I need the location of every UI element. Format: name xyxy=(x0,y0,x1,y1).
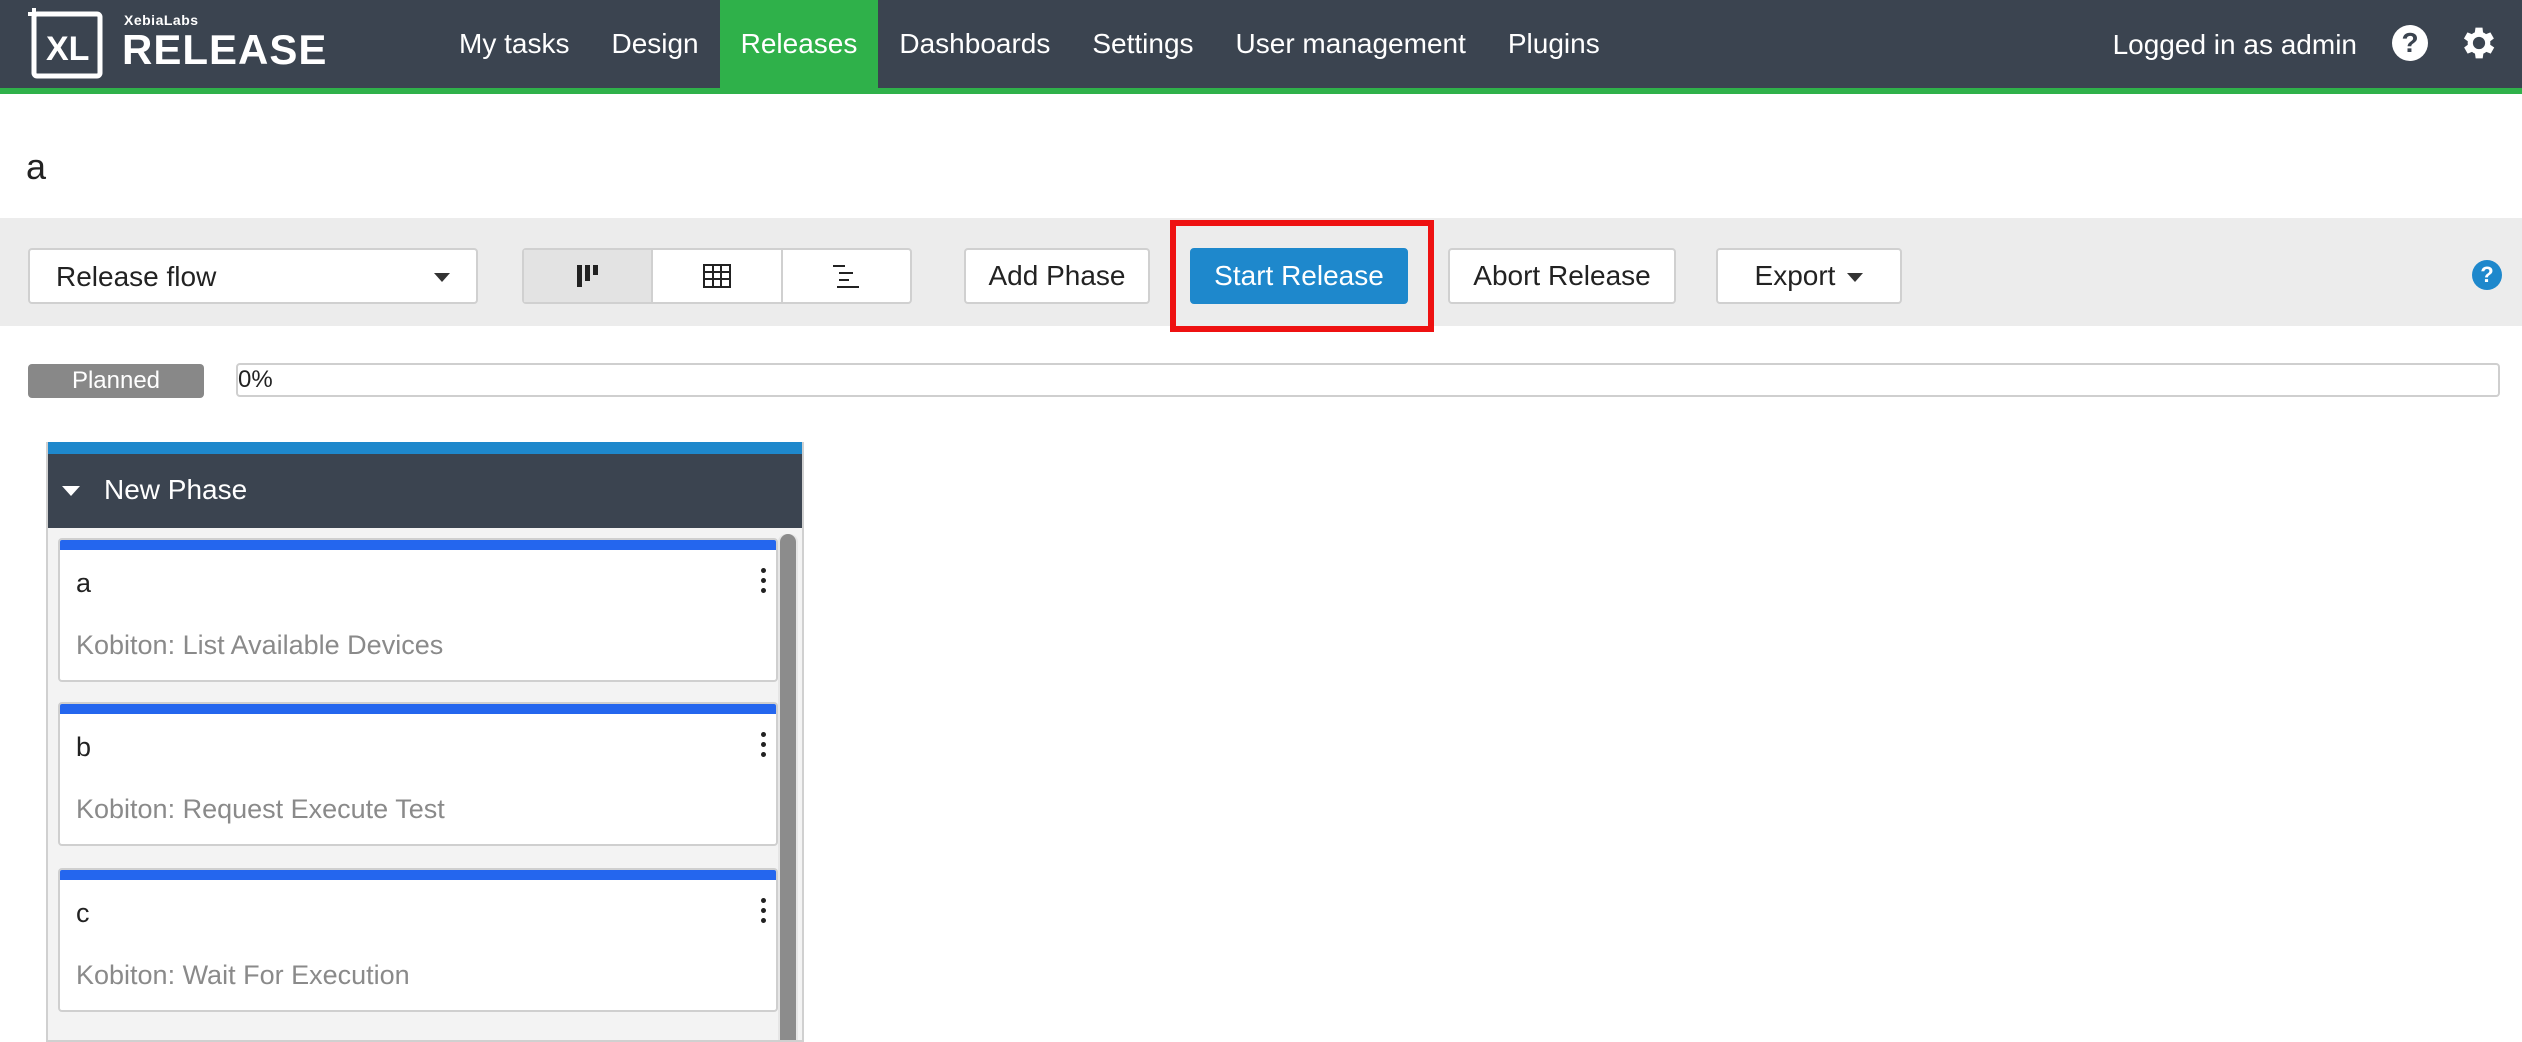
abort-release-button[interactable]: Abort Release xyxy=(1448,248,1676,304)
page-title: a xyxy=(26,146,47,187)
logo-product: RELEASE xyxy=(122,26,328,73)
view-select-dropdown[interactable]: Release flow xyxy=(28,248,478,304)
nav-design[interactable]: Design xyxy=(590,0,719,88)
table-view-button[interactable] xyxy=(653,250,783,302)
phase-column: New Phase a Kobiton: List Available Devi… xyxy=(46,442,804,1042)
phase-scrollbar[interactable] xyxy=(778,534,798,1040)
task-card[interactable]: c Kobiton: Wait For Execution xyxy=(58,868,778,1012)
gantt-view-button[interactable] xyxy=(783,250,910,302)
view-select-value: Release flow xyxy=(56,261,217,292)
view-mode-toggle xyxy=(522,248,912,304)
kebab-menu-icon[interactable] xyxy=(758,568,768,598)
task-title: b xyxy=(76,732,92,762)
progress-percent: 0% xyxy=(238,366,273,393)
caret-down-icon xyxy=(1847,273,1864,283)
nav-settings[interactable]: Settings xyxy=(1071,0,1214,88)
app-logo[interactable]: XL XebiaLabs RELEASE xyxy=(28,8,328,80)
task-card[interactable]: a Kobiton: List Available Devices xyxy=(58,538,778,682)
table-view-icon xyxy=(702,264,731,288)
nav-releases[interactable]: Releases xyxy=(719,0,879,88)
nav-user-management[interactable]: User management xyxy=(1215,0,1487,88)
collapse-triangle-icon[interactable] xyxy=(62,486,80,496)
nav-my-tasks[interactable]: My tasks xyxy=(438,0,590,88)
highlight-annotation-box xyxy=(1170,220,1434,332)
help-icon[interactable]: ? xyxy=(2392,25,2428,61)
kebab-menu-icon[interactable] xyxy=(758,732,768,762)
main-nav: My tasks Design Releases Dashboards Sett… xyxy=(438,0,1621,88)
board-view-icon xyxy=(576,265,598,287)
xl-logo-icon: XL xyxy=(28,8,103,79)
svg-text:XL: XL xyxy=(46,30,89,68)
task-description: Kobiton: Request Execute Test xyxy=(76,794,445,824)
scrollbar-thumb[interactable] xyxy=(780,534,796,1040)
phase-color-strip xyxy=(48,442,802,454)
export-label: Export xyxy=(1754,260,1836,291)
nav-plugins[interactable]: Plugins xyxy=(1487,0,1621,88)
phase-name: New Phase xyxy=(104,474,248,505)
task-status-bar xyxy=(60,704,776,714)
top-navigation-bar: XL XebiaLabs RELEASE My tasks Design Rel… xyxy=(0,0,2522,94)
gantt-view-icon xyxy=(833,265,860,288)
kebab-menu-icon[interactable] xyxy=(758,898,768,928)
task-description: Kobiton: Wait For Execution xyxy=(76,960,410,990)
task-card[interactable]: b Kobiton: Request Execute Test xyxy=(58,702,778,846)
board-view-button[interactable] xyxy=(524,250,654,302)
logged-in-user[interactable]: Logged in as admin xyxy=(2113,0,2357,88)
chevron-down-icon xyxy=(434,273,450,282)
release-progress-bar: 0% xyxy=(236,363,2500,397)
phase-header[interactable]: New Phase xyxy=(48,454,802,528)
task-status-bar xyxy=(60,540,776,550)
task-title: a xyxy=(76,568,92,598)
add-phase-button[interactable]: Add Phase xyxy=(964,248,1150,304)
task-description: Kobiton: List Available Devices xyxy=(76,630,444,660)
export-dropdown-button[interactable]: Export xyxy=(1716,248,1902,304)
task-status-bar xyxy=(60,870,776,880)
nav-dashboards[interactable]: Dashboards xyxy=(878,0,1071,88)
status-badge: Planned xyxy=(28,364,204,398)
gear-icon[interactable] xyxy=(2458,22,2500,64)
task-title: c xyxy=(76,898,90,928)
help-icon[interactable]: ? xyxy=(2472,260,2502,290)
